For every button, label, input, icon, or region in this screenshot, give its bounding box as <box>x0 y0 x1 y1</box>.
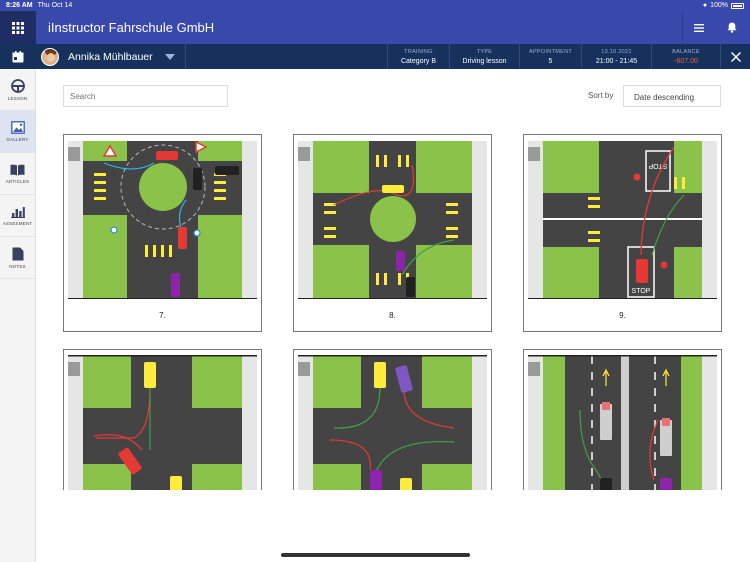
balance-label: BALANCE <box>672 48 700 55</box>
sidebar-item-label: ASSESMENT <box>2 220 33 226</box>
calendar-icon <box>12 50 24 62</box>
type-value: Driving lesson <box>462 57 507 65</box>
training-label: TRAINING <box>404 48 433 55</box>
menu-icon <box>693 23 704 32</box>
type-label: TYPE <box>476 48 493 55</box>
sort-select[interactable]: Date descending <box>623 85 721 107</box>
roundabout-diagram <box>64 135 261 299</box>
gallery-card[interactable]: 8. <box>293 134 492 332</box>
balance-value: -607.00 <box>674 57 698 65</box>
bell-icon <box>727 22 737 33</box>
sidebar-item-label: GALLERY <box>6 137 29 142</box>
sidebar-item-notes[interactable]: NOTES <box>0 237 35 279</box>
note-icon <box>12 247 23 260</box>
sidebar-item-articles[interactable]: ARTICLES <box>0 153 35 195</box>
book-icon <box>10 164 25 175</box>
time-value: 21:00 - 21:45 <box>595 57 638 65</box>
stop-intersection-diagram: STOP STOP <box>524 135 721 299</box>
sidebar-item-gallery[interactable]: GALLERY <box>0 111 35 153</box>
close-icon <box>730 51 741 62</box>
gallery-card[interactable]: STOP STOP 9. <box>523 134 722 332</box>
sidebar: LESSON GALLERY ARTICLES ASSESMENT NOTES <box>0 69 36 562</box>
sidebar-item-lesson[interactable]: LESSON <box>0 69 35 111</box>
notifications-button[interactable] <box>714 11 750 44</box>
status-bar: 8:26 AM Thu Oct 14 ● 100% <box>0 0 750 11</box>
chevron-down-icon[interactable] <box>164 53 175 60</box>
status-time: 8:26 AM <box>6 2 33 9</box>
search-input[interactable] <box>63 85 228 107</box>
scroll-fade <box>36 490 750 562</box>
type-info: TYPE Driving lesson <box>449 44 519 69</box>
grid-button[interactable] <box>0 11 36 44</box>
status-date: Thu Oct 14 <box>37 2 73 9</box>
wifi-icon: ● <box>702 2 708 9</box>
student-bar: Annika Mühlbauer TRAINING Category B TYP… <box>0 44 750 69</box>
sidebar-item-assesment[interactable]: ASSESMENT <box>0 195 35 237</box>
balance-info: BALANCE -607.00 <box>651 44 720 69</box>
app-title: iInstructor Fahrschule GmbH <box>48 20 215 35</box>
calendar-button[interactable] <box>0 44 36 69</box>
bar-chart-icon <box>10 206 25 218</box>
student-name[interactable]: Annika Mühlbauer <box>68 51 153 63</box>
image-icon <box>10 121 25 134</box>
card-caption: 7. <box>159 311 166 320</box>
divider <box>184 44 186 69</box>
roundabout-diagram <box>294 135 491 299</box>
sidebar-item-label: LESSON <box>7 95 28 101</box>
training-value: Category B <box>400 57 437 65</box>
gallery-card[interactable]: 7. <box>63 134 262 332</box>
steering-wheel-icon <box>10 78 25 93</box>
app-header: iInstructor Fahrschule GmbH <box>0 11 750 44</box>
training-info: TRAINING Category B <box>387 44 449 69</box>
sidebar-item-label: ARTICLES <box>5 178 30 184</box>
battery-icon <box>731 2 744 9</box>
avatar[interactable] <box>41 47 59 66</box>
battery-percent: 100% <box>710 2 728 9</box>
sidebar-item-label: NOTES <box>9 263 26 269</box>
sort-label: Sort by <box>588 91 614 100</box>
date-label: 13.10.2021 <box>601 48 632 55</box>
card-caption: 9. <box>619 311 626 320</box>
svg-text:STOP: STOP <box>632 288 651 295</box>
card-caption: 8. <box>389 311 396 320</box>
appointment-label: APPOINTMENT <box>528 48 573 55</box>
close-button[interactable] <box>720 44 750 69</box>
appointment-value: 5 <box>548 57 553 65</box>
appointment-info: APPOINTMENT 5 <box>519 44 581 69</box>
home-indicator[interactable] <box>281 553 470 557</box>
grid-icon <box>12 21 24 34</box>
menu-button[interactable] <box>682 11 714 44</box>
date-info: 13.10.2021 21:00 - 21:45 <box>581 44 651 69</box>
